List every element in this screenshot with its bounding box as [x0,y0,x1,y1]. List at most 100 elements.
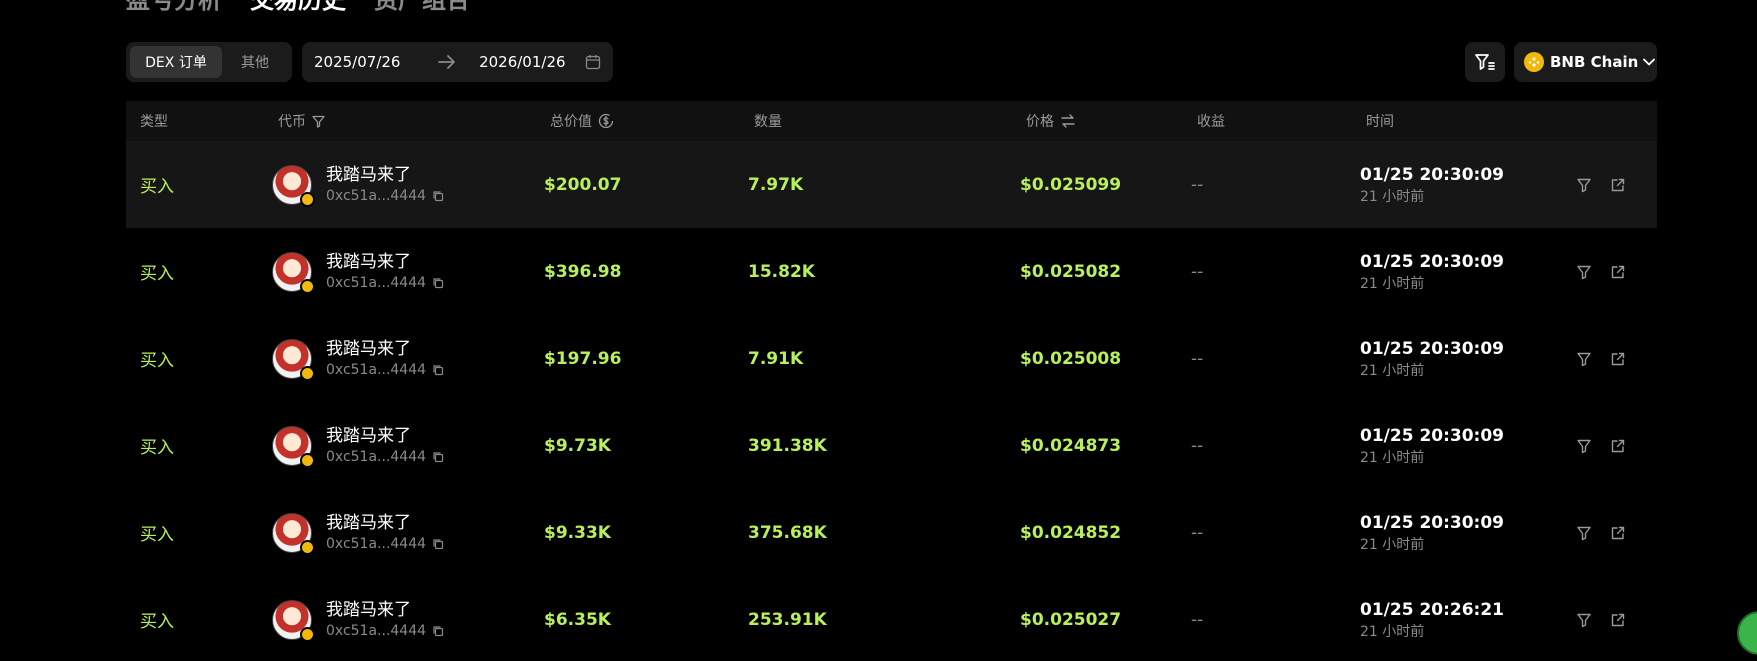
time-cell: 01/25 20:30:09 21 小时前 [1360,489,1504,576]
segment-dex-orders[interactable]: DEX 订单 [130,46,222,78]
token-avatar [272,338,315,381]
external-link-icon[interactable] [1610,351,1626,367]
profit: -- [1191,435,1204,456]
profit: -- [1191,609,1204,630]
quantity: 375.68K [748,522,827,543]
external-link-icon[interactable] [1610,438,1626,454]
profit: -- [1191,174,1204,195]
filter-icon[interactable] [312,115,325,128]
time-cell: 01/25 20:30:09 21 小时前 [1360,315,1504,402]
filter-icon[interactable] [1576,264,1592,280]
time-cell: 01/25 20:30:09 21 小时前 [1360,402,1504,489]
bnb-badge-icon [300,452,315,468]
segment-other[interactable]: 其他 [224,46,286,78]
table-row[interactable]: 买入 我踏马来了 0xc51a...4444 $6.35K 253.91K $0… [126,576,1657,661]
token-cell[interactable]: 我踏马来了 0xc51a...4444 [272,489,444,576]
filter-icon[interactable] [1576,612,1592,628]
token-avatar [272,599,315,642]
copy-icon[interactable] [432,190,444,202]
price: $0.024873 [1020,435,1122,456]
token-avatar [272,425,315,468]
price: $0.024852 [1020,522,1122,543]
filter-icon[interactable] [1576,177,1592,193]
price: $0.025027 [1020,609,1122,630]
filter-icon[interactable] [1576,525,1592,541]
token-avatar [272,251,315,294]
table-row[interactable]: 买入 我踏马来了 0xc51a...4444 $200.07 7.97K $0.… [126,141,1657,228]
token-address: 0xc51a...4444 [326,361,427,378]
token-avatar [272,164,315,207]
trade-time: 01/25 20:30:09 [1360,512,1505,533]
quantity: 391.38K [748,435,827,456]
floating-chat-button[interactable] [1737,611,1757,655]
swap-icon[interactable] [1060,114,1076,128]
profit: -- [1191,522,1204,543]
bnb-badge-icon [300,278,315,294]
token-name[interactable]: 我踏马来了 [326,164,444,186]
filter-icon[interactable] [1576,438,1592,454]
chain-label: BNB Chain [1550,53,1639,71]
calendar-icon[interactable] [585,54,601,70]
header-type: 类型 [140,114,168,130]
trade-time: 01/25 20:30:09 [1360,338,1505,359]
date-start[interactable]: 2025/07/26 [314,53,432,71]
token-cell[interactable]: 我踏马来了 0xc51a...4444 [272,576,444,661]
trade-type: 买入 [140,264,174,284]
date-range-picker[interactable]: 2025/07/26 2026/01/26 [302,42,613,82]
row-actions [1576,315,1626,402]
copy-icon[interactable] [432,364,444,376]
total-value: $396.98 [544,261,622,282]
external-link-icon[interactable] [1610,177,1626,193]
table-row[interactable]: 买入 我踏马来了 0xc51a...4444 $9.33K 375.68K $0… [126,489,1657,576]
token-cell[interactable]: 我踏马来了 0xc51a...4444 [272,315,444,402]
row-actions [1576,576,1626,661]
tab-pnl-analysis[interactable]: 盈亏分析 [126,0,222,14]
token-name[interactable]: 我踏马来了 [326,251,444,273]
token-name[interactable]: 我踏马来了 [326,512,444,534]
price: $0.025082 [1020,261,1122,282]
copy-icon[interactable] [432,538,444,550]
chain-select[interactable]: BNB Chain [1514,42,1657,82]
header-time: 时间 [1366,114,1394,130]
table-row[interactable]: 买入 我踏马来了 0xc51a...4444 $197.96 7.91K $0.… [126,315,1657,402]
top-tabs: 盈亏分析 交易历史 资产组合 [126,0,470,14]
token-cell[interactable]: 我踏马来了 0xc51a...4444 [272,402,444,489]
filter-icon[interactable] [1576,351,1592,367]
header-quantity: 数量 [754,114,782,130]
tab-trade-history[interactable]: 交易历史 [250,0,346,14]
time-ago: 21 小时前 [1360,362,1425,379]
token-cell[interactable]: 我踏马来了 0xc51a...4444 [272,141,444,228]
time-ago: 21 小时前 [1360,275,1425,292]
token-name[interactable]: 我踏马来了 [326,425,444,447]
trade-history-table: 类型 代币 总价值 数量 价格 收益 时间 买入 我踏马来了 0xc51a...… [126,101,1657,661]
time-ago: 21 小时前 [1360,536,1425,553]
external-link-icon[interactable] [1610,612,1626,628]
total-value: $197.96 [544,348,622,369]
token-cell[interactable]: 我踏马来了 0xc51a...4444 [272,228,444,315]
external-link-icon[interactable] [1610,264,1626,280]
row-actions [1576,141,1626,228]
token-name[interactable]: 我踏马来了 [326,599,444,621]
token-address: 0xc51a...4444 [326,535,427,552]
token-name[interactable]: 我踏马来了 [326,338,444,360]
time-ago: 21 小时前 [1360,188,1425,205]
profit: -- [1191,348,1204,369]
filter-settings-button[interactable] [1465,42,1505,82]
tab-portfolio[interactable]: 资产组合 [374,0,470,14]
copy-icon[interactable] [432,451,444,463]
header-total-value: 总价值 [550,101,614,141]
copy-icon[interactable] [432,277,444,289]
trade-type: 买入 [140,351,174,371]
bnb-badge-icon [300,191,315,207]
table-row[interactable]: 买入 我踏马来了 0xc51a...4444 $9.73K 391.38K $0… [126,402,1657,489]
bnb-badge-icon [300,365,315,381]
price: $0.025099 [1020,174,1122,195]
copy-icon[interactable] [432,625,444,637]
table-row[interactable]: 买入 我踏马来了 0xc51a...4444 $396.98 15.82K $0… [126,228,1657,315]
quantity: 253.91K [748,609,827,630]
token-address: 0xc51a...4444 [326,274,427,291]
dollar-circle-icon[interactable] [598,113,614,129]
profit: -- [1191,261,1204,282]
date-end[interactable]: 2026/01/26 [479,53,585,71]
external-link-icon[interactable] [1610,525,1626,541]
